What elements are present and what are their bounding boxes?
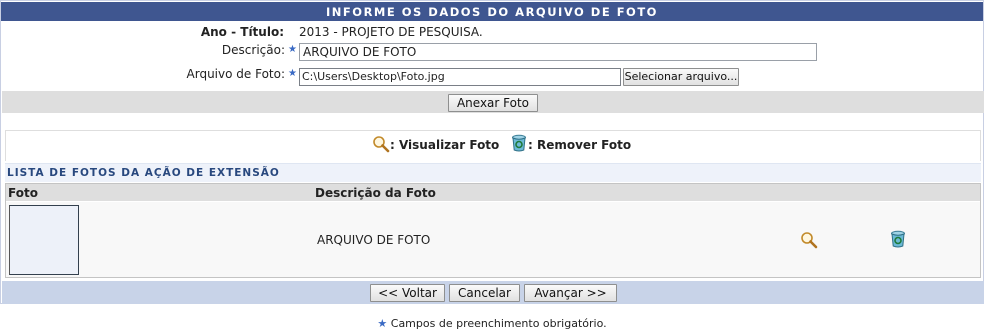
ano-titulo-label: Ano - Título: (200, 25, 284, 39)
trash-icon (511, 134, 527, 152)
ano-titulo-row: Ano - Título: 2013 - PROJETO DE PESQUISA… (1, 23, 983, 41)
required-star-icon: ★ (288, 68, 297, 79)
legend-view-label: : Visualizar Foto (390, 138, 500, 152)
descricao-label: Descrição: (221, 43, 285, 57)
col-foto-header: Foto (8, 186, 38, 200)
required-note-text: Campos de preenchimento obrigatório. (390, 317, 607, 330)
form-panel: Informe os dados do arquivo de foto Ano … (0, 0, 984, 304)
photo-thumbnail (9, 205, 79, 275)
anexar-foto-button[interactable]: Anexar Foto (448, 94, 538, 112)
ano-titulo-value: 2013 - PROJETO DE PESQUISA. (299, 25, 483, 39)
list-section-title: Lista de fotos da ação de extensão (5, 163, 981, 182)
photos-table: Foto Descrição da Foto ARQUIVO DE FOTO (5, 183, 981, 278)
required-star-icon: ★ (377, 317, 388, 330)
col-descricao-header: Descrição da Foto (315, 186, 436, 200)
select-file-button[interactable]: Selecionar arquivo... (623, 68, 739, 86)
voltar-button[interactable]: << Voltar (370, 284, 445, 302)
descricao-row: Descrição: ★ ARQUIVO DE FOTO (1, 42, 983, 62)
remove-photo-trash-icon[interactable] (890, 230, 906, 248)
photo-description: ARQUIVO DE FOTO (317, 233, 431, 247)
legend: : Visualizar Foto : Remover Foto (5, 130, 981, 161)
view-photo-magnifier-icon[interactable] (800, 231, 818, 249)
cancelar-button[interactable]: Cancelar (449, 284, 520, 302)
magnifier-icon (372, 135, 390, 153)
descricao-input[interactable]: ARQUIVO DE FOTO (299, 43, 817, 61)
list-title-text: Lista de fotos da ação de extensão (7, 167, 280, 179)
arquivo-file-path[interactable]: C:\Users\Desktop\Foto.jpg (299, 68, 621, 86)
arquivo-row: Arquivo de Foto: ★ C:\Users\Desktop\Foto… (1, 66, 983, 88)
panel-title-text: Informe os dados do arquivo de foto (326, 5, 658, 19)
required-fields-note: ★ Campos de preenchimento obrigatório. (0, 317, 984, 330)
anexar-bar: Anexar Foto (2, 91, 984, 113)
avancar-button[interactable]: Avançar >> (524, 284, 617, 302)
arquivo-label: Arquivo de Foto: (186, 67, 285, 81)
panel-title: Informe os dados do arquivo de foto (1, 2, 983, 21)
footer-button-bar: << Voltar Cancelar Avançar >> (2, 281, 984, 304)
legend-remove-label: : Remover Foto (528, 138, 632, 152)
required-star-icon: ★ (288, 44, 297, 55)
table-header: Foto Descrição da Foto (6, 184, 980, 201)
table-row: ARQUIVO DE FOTO (6, 202, 980, 277)
